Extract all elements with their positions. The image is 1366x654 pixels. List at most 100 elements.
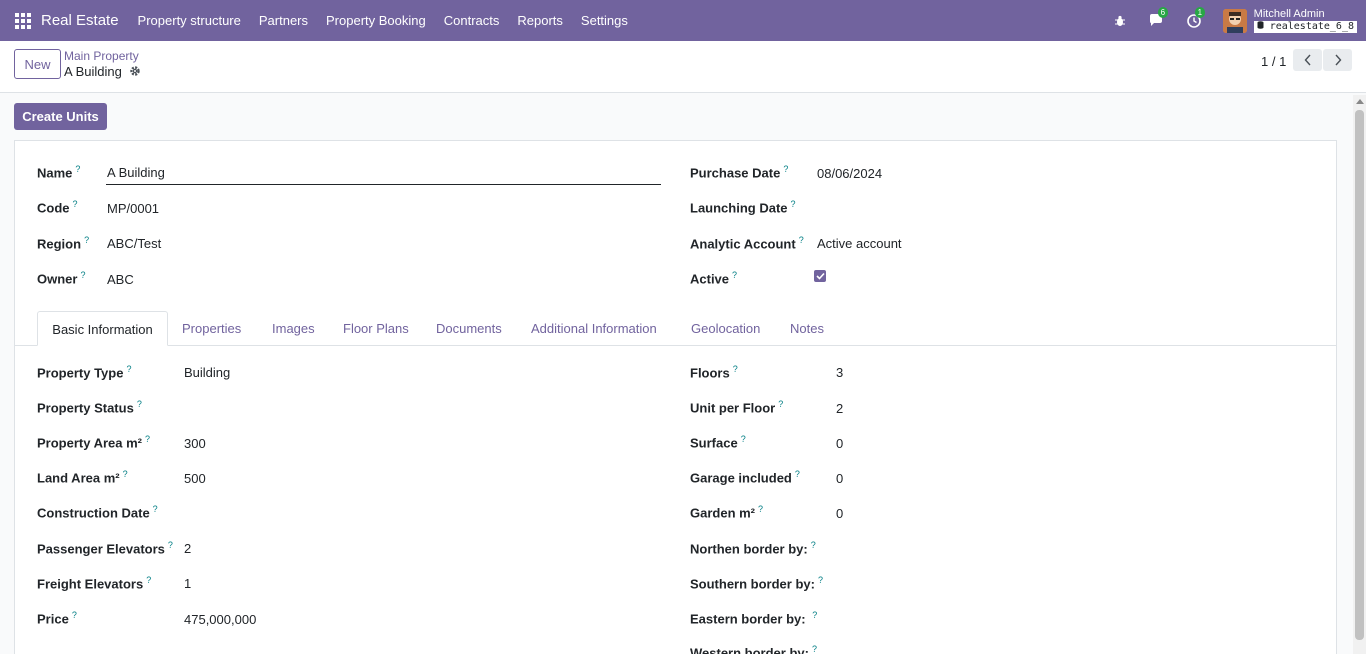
help-icon[interactable]: ?: [145, 434, 150, 444]
help-icon[interactable]: ?: [799, 235, 804, 245]
help-icon[interactable]: ?: [123, 469, 128, 479]
help-icon[interactable]: ?: [84, 235, 89, 245]
help-icon[interactable]: ?: [791, 199, 796, 209]
page-scrollbar[interactable]: [1353, 95, 1366, 654]
app-brand[interactable]: Real Estate: [41, 12, 119, 29]
help-icon[interactable]: ?: [795, 469, 800, 479]
scroll-thumb[interactable]: [1355, 110, 1364, 640]
tab-floor-plans[interactable]: Floor Plans: [343, 311, 409, 346]
control-panel: New Main Property A Building 1 / 1: [0, 41, 1366, 93]
pager-next-button[interactable]: [1323, 49, 1352, 71]
user-menu[interactable]: Mitchell Admin realestate_6_8: [1253, 8, 1357, 33]
help-icon[interactable]: ?: [812, 644, 817, 654]
pager-value[interactable]: 1 / 1: [1261, 54, 1286, 69]
floors-field[interactable]: 3: [836, 365, 843, 380]
owner-field[interactable]: ABC: [107, 272, 134, 287]
tab-images[interactable]: Images: [272, 311, 315, 346]
help-icon[interactable]: ?: [146, 575, 151, 585]
help-icon[interactable]: ?: [137, 399, 142, 409]
user-name: Mitchell Admin: [1253, 8, 1325, 20]
western-border-label: Western border by:?: [690, 644, 817, 654]
tab-notes[interactable]: Notes: [790, 311, 824, 346]
help-icon[interactable]: ?: [75, 164, 80, 174]
purchase-date-field[interactable]: 08/06/2024: [817, 166, 882, 181]
menu-reports[interactable]: Reports: [508, 0, 572, 41]
create-units-button[interactable]: Create Units: [14, 103, 107, 130]
help-icon[interactable]: ?: [73, 199, 78, 209]
pager-previous-button[interactable]: [1293, 49, 1322, 71]
property-type-field[interactable]: Building: [184, 365, 230, 380]
activities-count-badge: 1: [1194, 6, 1206, 18]
menu-property-booking[interactable]: Property Booking: [317, 0, 435, 41]
help-icon[interactable]: ?: [732, 270, 737, 280]
analytic-account-field[interactable]: Active account: [817, 236, 902, 251]
floors-label: Floors?: [690, 364, 738, 381]
land-area-label: Land Area m²?: [37, 469, 128, 486]
eastern-border-label: Eastern border by: ?: [690, 610, 818, 627]
avatar[interactable]: [1222, 8, 1247, 33]
menu-property-structure[interactable]: Property structure: [129, 0, 250, 41]
database-icon: [1257, 21, 1264, 29]
land-area-field[interactable]: 500: [184, 471, 206, 486]
northern-border-label: Northen border by:?: [690, 540, 816, 557]
help-icon[interactable]: ?: [811, 540, 816, 550]
name-field[interactable]: A Building: [106, 163, 661, 185]
help-icon[interactable]: ?: [126, 364, 131, 374]
apps-grid-icon[interactable]: [15, 12, 31, 29]
tab-properties[interactable]: Properties: [182, 311, 241, 346]
activity-clock-icon[interactable]: 1: [1186, 6, 1206, 29]
help-icon[interactable]: ?: [741, 434, 746, 444]
help-icon[interactable]: ?: [812, 610, 817, 620]
help-icon[interactable]: ?: [153, 504, 158, 514]
help-icon[interactable]: ?: [72, 610, 77, 620]
property-status-label: Property Status?: [37, 399, 142, 416]
gear-icon[interactable]: [129, 65, 141, 80]
chevron-left-icon: [1304, 54, 1311, 66]
region-field[interactable]: ABC/Test: [107, 236, 161, 251]
property-area-field[interactable]: 300: [184, 436, 206, 451]
help-icon[interactable]: ?: [168, 540, 173, 550]
menu-settings[interactable]: Settings: [572, 0, 637, 41]
garage-included-label: Garage included?: [690, 469, 800, 486]
code-label: Code?: [37, 199, 78, 216]
new-button[interactable]: New: [14, 49, 61, 79]
analytic-account-label: Analytic Account?: [690, 235, 804, 252]
price-label: Price?: [37, 610, 77, 627]
help-icon[interactable]: ?: [778, 399, 783, 409]
scroll-up-arrow-icon[interactable]: [1356, 99, 1364, 104]
surface-field[interactable]: 0: [836, 436, 843, 451]
active-checkbox[interactable]: [814, 270, 826, 282]
region-label: Region?: [37, 235, 90, 252]
menu-partners[interactable]: Partners: [250, 0, 317, 41]
launching-date-label: Launching Date?: [690, 199, 796, 216]
chat-icon[interactable]: 6: [1149, 6, 1169, 29]
breadcrumb-parent[interactable]: Main Property: [64, 49, 139, 63]
southern-border-label: Southern border by:?: [690, 575, 823, 592]
tab-documents[interactable]: Documents: [436, 311, 502, 346]
construction-date-label: Construction Date?: [37, 504, 158, 521]
garden-field[interactable]: 0: [836, 506, 843, 521]
unit-per-floor-field[interactable]: 2: [836, 401, 843, 416]
tab-basic-information[interactable]: Basic Information: [37, 311, 168, 346]
help-icon[interactable]: ?: [758, 504, 763, 514]
help-icon[interactable]: ?: [783, 164, 788, 174]
help-icon[interactable]: ?: [733, 364, 738, 374]
price-field[interactable]: 475,000,000: [184, 612, 256, 627]
help-icon[interactable]: ?: [80, 270, 85, 280]
bug-icon[interactable]: [1112, 13, 1128, 29]
help-icon[interactable]: ?: [818, 575, 823, 585]
freight-elevators-label: Freight Elevators?: [37, 575, 152, 592]
unit-per-floor-label: Unit per Floor?: [690, 399, 784, 416]
checkmark-icon: [815, 272, 825, 280]
database-name: realestate_6_8: [1253, 21, 1357, 33]
passenger-elevators-field[interactable]: 2: [184, 541, 191, 556]
menu-contracts[interactable]: Contracts: [435, 0, 509, 41]
database-name-text: realestate_6_8: [1269, 21, 1354, 32]
tab-geolocation[interactable]: Geolocation: [691, 311, 760, 346]
garden-label: Garden m²?: [690, 504, 764, 521]
code-field[interactable]: MP/0001: [107, 201, 159, 216]
chevron-right-icon: [1334, 54, 1341, 66]
garage-included-field[interactable]: 0: [836, 471, 843, 486]
tab-additional-information[interactable]: Additional Information: [531, 311, 657, 346]
freight-elevators-field[interactable]: 1: [184, 576, 191, 591]
